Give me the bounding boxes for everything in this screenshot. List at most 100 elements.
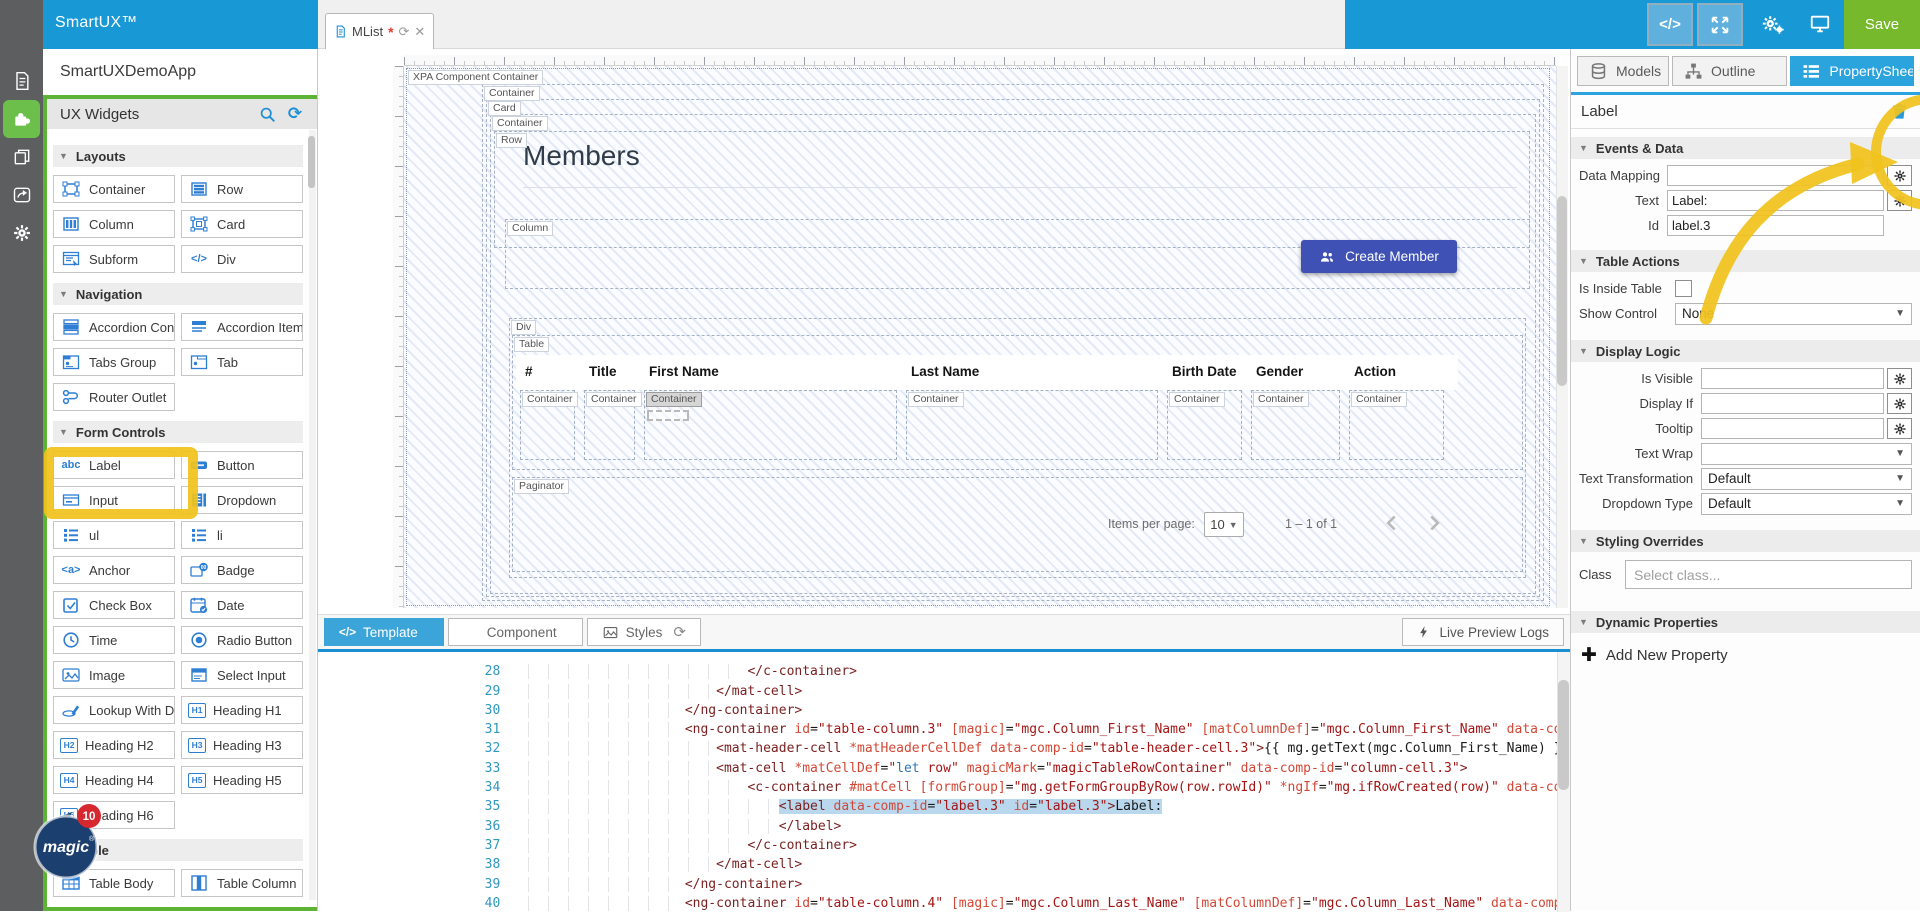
table-cell-container[interactable]: Container [584,390,642,460]
data-mapping-input[interactable] [1667,165,1884,186]
save-button[interactable]: Save [1844,0,1920,49]
scrollbar-thumb[interactable] [1557,196,1567,386]
live-preview-logs-button[interactable]: Live Preview Logs [1402,618,1564,646]
widget-item[interactable]: Image [53,661,175,689]
class-select-input[interactable] [1625,560,1912,589]
cell-container-chip[interactable]: Container [1351,392,1407,407]
table-cell-container[interactable]: Container [520,390,578,460]
widget-item[interactable]: Button [181,451,303,479]
code-scrollbar[interactable] [1557,652,1570,912]
widget-item[interactable]: Input [53,486,175,514]
table-cell-container[interactable]: Container [644,390,897,460]
property-panel-tab[interactable]: Models [1577,56,1670,86]
rail-item[interactable] [0,176,43,214]
widget-item[interactable]: Dropdown [181,486,303,514]
gear-icon[interactable] [1887,165,1912,186]
text-input[interactable] [1667,190,1884,211]
rail-item[interactable] [3,100,40,138]
row-chip[interactable]: Row [496,133,528,148]
table-column-header[interactable]: Title [584,355,635,388]
widget-item[interactable]: Select Input [181,661,303,689]
widget-item[interactable]: li [181,521,303,549]
widget-item[interactable]: H6 Heading H6 [53,801,175,829]
scrollbar-thumb[interactable] [1558,680,1569,790]
table-cell-container[interactable]: Container [1251,390,1340,460]
create-member-button[interactable]: Create Member [1301,240,1457,273]
table-column-header[interactable]: First Name [644,355,897,388]
display-if-input[interactable] [1701,393,1884,414]
paginator-chip[interactable]: Paginator [514,479,569,494]
widget-item[interactable]: Accordion Item [181,313,303,341]
tooltip-input[interactable] [1701,418,1884,439]
widget-item[interactable]: Tabs Group [53,348,175,376]
table-column-header[interactable]: Action [1349,355,1444,388]
widget-item[interactable]: Router Outlet [53,383,175,411]
widget-item[interactable]: H1 Heading H1 [181,696,303,724]
cell-container-chip[interactable]: Container [1253,392,1309,407]
property-panel-tab[interactable]: Outline [1672,56,1788,86]
widget-item[interactable]: Check Box [53,591,175,619]
widget-item[interactable]: ul [53,521,175,549]
widget-item[interactable]: Container [53,175,175,203]
widget-item[interactable]: Table Column [181,869,303,897]
widget-item[interactable]: abc Label [53,451,175,479]
widget-item[interactable]: Column [53,210,175,238]
widget-item[interactable]: H2 Heading H2 [53,731,175,759]
table-chip[interactable]: Table [514,337,550,352]
settings-gears-button[interactable] [1760,12,1786,38]
column-box[interactable]: Column Create Member [505,219,1530,289]
widget-item[interactable]: <a> Anchor [53,556,175,584]
section-events-data[interactable]: ▼ Events & Data [1571,137,1920,159]
table-column-header[interactable]: Birth Date [1167,355,1242,388]
widget-section-header[interactable]: ▼ Navigation [53,283,303,305]
div-chip[interactable]: Div [511,320,537,335]
table-column-header[interactable]: # [520,355,575,388]
widget-item[interactable]: Time [53,626,175,654]
refresh-icon[interactable]: ⟳ [285,104,305,124]
trash-icon[interactable] [1890,102,1910,122]
widget-item[interactable]: Table Body [53,869,175,897]
table-column-header[interactable]: Last Name [906,355,1158,388]
tab-close-icon[interactable]: ✕ [414,24,425,40]
preview-monitor-button[interactable] [1808,12,1834,38]
widget-item[interactable]: H5 Heading H5 [181,766,303,794]
tab-mlist[interactable]: MList * ⟳ ✕ [325,13,435,49]
next-page-icon[interactable] [1421,510,1447,536]
app-name[interactable]: SmartUXDemoApp [43,49,317,99]
rail-item[interactable] [0,138,43,176]
property-panel-tab[interactable]: PropertySheet [1790,56,1914,86]
card-chip[interactable]: Card [488,101,521,116]
widget-section-header[interactable]: ▼ Form Controls [53,421,303,443]
design-surface[interactable]: XPA Component Container Container Card C… [404,66,1556,608]
cell-container-chip[interactable]: Container [646,392,702,407]
widget-section-header[interactable]: ▼ Table [53,839,303,861]
widget-item[interactable]: Lookup With De... [53,696,175,724]
widget-item[interactable]: Row [181,175,303,203]
table-cell-container[interactable]: Container [906,390,1158,460]
cell-container-chip[interactable]: Container [586,392,642,407]
code-tab[interactable]: Styles ⟳ [586,618,701,646]
table-cell-container[interactable]: Container [1167,390,1242,460]
gear-icon[interactable] [1887,368,1912,389]
code-editor[interactable]: 28 </c-container> 29 </mat-cell> 30 </ng… [318,652,1570,912]
is-visible-input[interactable] [1701,368,1884,389]
cell-container-chip[interactable]: Container [522,392,578,407]
cell-container-chip[interactable]: Container [908,392,964,407]
canvas-scrollbar[interactable] [1556,66,1568,608]
id-input[interactable] [1667,215,1884,236]
scrollbar-thumb[interactable] [308,136,315,188]
widget-item[interactable]: Card [181,210,303,238]
table-cell-container[interactable]: Container [1349,390,1444,460]
text-transformation-select[interactable]: Default ▼ [1701,467,1912,490]
code-tab[interactable]: Component [447,618,583,646]
widget-item[interactable]: Radio Button [181,626,303,654]
members-heading[interactable]: Members [523,140,640,172]
section-dynamic-properties[interactable]: ▼ Dynamic Properties [1571,611,1920,633]
widget-section-header[interactable]: ▼ Layouts [53,145,303,167]
section-display-logic[interactable]: ▼ Display Logic [1571,340,1920,362]
code-tab[interactable]: </> Template [324,618,444,646]
widget-item[interactable]: </> Div [181,245,303,273]
text-wrap-select[interactable]: ▼ [1701,442,1912,465]
gear-icon[interactable] [1887,190,1912,211]
column-chip[interactable]: Column [507,221,554,236]
